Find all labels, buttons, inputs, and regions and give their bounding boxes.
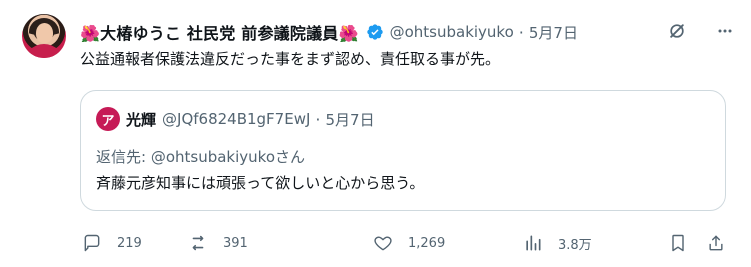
quoted-handle[interactable]: @JQf6824B1gF7EwJ xyxy=(162,110,310,128)
grok-icon[interactable] xyxy=(661,15,693,47)
share-icon xyxy=(699,226,733,260)
tweet-header: 🌺大椿ゆうこ 社民党 前参議院議員🌺 @ohtsubakiyuko · 5月7日 xyxy=(80,19,735,45)
views-action[interactable]: 3.8万 xyxy=(516,226,592,260)
bookmark-icon xyxy=(661,226,695,260)
tweet-top-right-actions xyxy=(661,15,741,47)
reply-action[interactable]: 219 xyxy=(75,226,142,260)
repost-count: 391 xyxy=(223,235,248,251)
tweet-actions: 219 391 1,269 3.8万 xyxy=(75,226,735,260)
like-count: 1,269 xyxy=(408,235,446,251)
tweet[interactable]: 🌺大椿ゆうこ 社民党 前参議院議員🌺 @ohtsubakiyuko · 5月7日 xyxy=(0,0,751,267)
author-display-name[interactable]: 🌺大椿ゆうこ 社民党 前参議院議員🌺 xyxy=(80,20,359,44)
avatar-top xyxy=(24,44,64,58)
verified-badge-icon[interactable] xyxy=(366,23,384,41)
author-handle[interactable]: @ohtsubakiyuko xyxy=(390,23,514,41)
repost-icon xyxy=(181,226,215,260)
header-separator: · xyxy=(518,22,524,42)
tweet-time[interactable]: 5月7日 xyxy=(529,22,578,43)
reply-icon xyxy=(75,226,109,260)
tweet-text: 公益通報者保護法違反だった事をまず認め、責任取る事が先。 xyxy=(80,50,501,68)
quoted-tweet-card[interactable]: ア 光輝 @JQf6824B1gF7EwJ · 5月7日 返信先: @ohtsu… xyxy=(80,90,726,211)
reply-count: 219 xyxy=(117,235,142,251)
like-action[interactable]: 1,269 xyxy=(366,226,445,260)
bookmark-action[interactable] xyxy=(661,226,695,260)
views-icon xyxy=(516,226,550,260)
like-icon xyxy=(366,226,400,260)
replying-mention[interactable]: @ohtsubakiyukoさん xyxy=(151,148,305,166)
replying-prefix: 返信先: xyxy=(96,148,151,166)
author-avatar[interactable] xyxy=(22,14,66,58)
views-count: 3.8万 xyxy=(558,237,592,253)
quoted-text: 斉藤元彦知事には頑張って欲しいと心から思う。 xyxy=(96,174,425,192)
more-icon[interactable] xyxy=(709,15,741,47)
quoted-header: 光輝 @JQf6824B1gF7EwJ · 5月7日 xyxy=(126,107,375,131)
quoted-time[interactable]: 5月7日 xyxy=(326,109,375,130)
quoted-header-separator: · xyxy=(315,109,321,129)
quoted-author-avatar[interactable]: ア xyxy=(96,107,120,131)
replying-to-line: 返信先: @ohtsubakiyukoさん xyxy=(96,146,305,167)
quoted-display-name[interactable]: 光輝 xyxy=(126,109,156,130)
avatar-face xyxy=(36,23,53,43)
share-action[interactable] xyxy=(699,226,733,260)
repost-action[interactable]: 391 xyxy=(181,226,248,260)
